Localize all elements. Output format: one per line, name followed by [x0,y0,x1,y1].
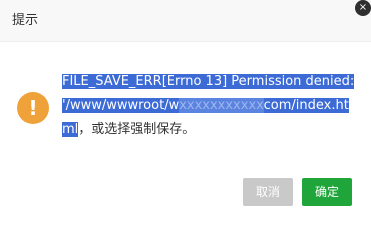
confirm-dialog: 提示 × ! FILE_SAVE_ERR[Errno 13] Permissio… [0,0,371,221]
dialog-title: 提示 [12,13,39,28]
cancel-button[interactable]: 取消 [243,178,293,206]
dialog-title-bar: 提示 × [0,0,371,42]
close-icon[interactable]: × [355,0,371,16]
exclamation-icon: ! [17,92,49,124]
redacted-text: xxxxxxxxxxx [179,98,264,113]
error-message: FILE_SAVE_ERR[Errno 13] Permission denie… [62,70,357,142]
ok-button[interactable]: 确定 [302,178,352,206]
message-tail: ，或选择强制保存。 [78,122,196,137]
